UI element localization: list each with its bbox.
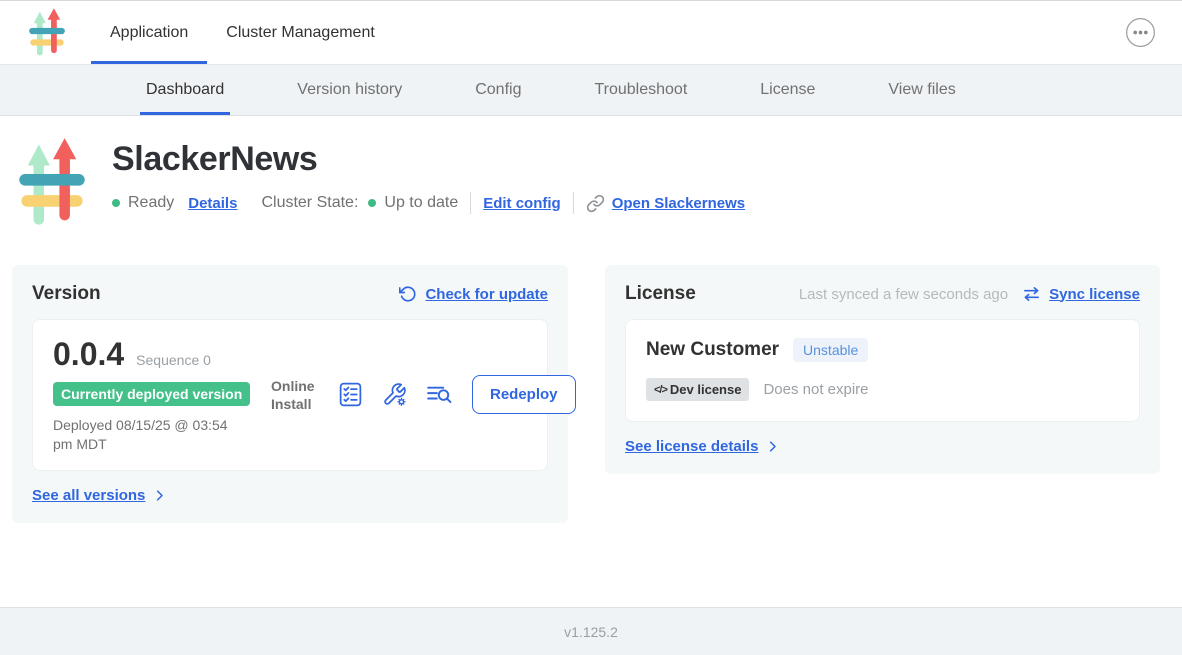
console-nav: Application Cluster Management — [91, 1, 394, 64]
sync-license-label: Sync license — [1049, 286, 1140, 303]
wrench-gear-icon — [382, 382, 407, 407]
channel-badge: Unstable — [793, 338, 868, 362]
app-status-text: Ready — [128, 194, 174, 212]
deployed-badge: Currently deployed version — [53, 382, 250, 406]
deploy-logs-button[interactable] — [426, 383, 453, 406]
app-logo-small — [28, 7, 66, 59]
slackernews-logo-icon — [17, 136, 87, 231]
topnav-tab-cluster-management[interactable]: Cluster Management — [207, 1, 394, 64]
details-link[interactable]: Details — [188, 195, 237, 212]
last-synced-text: Last synced a few seconds ago — [799, 286, 1008, 303]
license-type-row: </> Dev license Does not expire — [646, 378, 1119, 401]
logs-magnifier-icon — [426, 383, 453, 406]
deployed-timestamp: Deployed 08/15/25 @ 03:54 pm MDT — [53, 416, 245, 454]
footer: v1.125.2 — [0, 607, 1182, 655]
see-all-versions-link[interactable]: See all versions — [32, 487, 167, 504]
version-card: Version Check for update 0.0.4 Sequence — [12, 265, 568, 523]
more-options-button[interactable] — [1124, 17, 1156, 49]
topnav-tab-application[interactable]: Application — [91, 1, 207, 64]
dashboard-cards: Version Check for update 0.0.4 Sequence — [12, 265, 1160, 523]
cluster-state-dot — [368, 199, 376, 207]
app-logo-large — [17, 136, 87, 231]
ellipsis-icon — [1125, 17, 1156, 48]
admin-console-page: Application Cluster Management Dashboard… — [0, 0, 1182, 655]
check-for-update-link[interactable]: Check for update — [399, 285, 548, 303]
topnav-tab-label: Cluster Management — [226, 24, 375, 42]
app-status-dot — [112, 199, 120, 207]
license-expiry-text: Does not expire — [763, 381, 868, 398]
top-navbar: Application Cluster Management — [0, 1, 1182, 65]
tab-view-files[interactable]: View files — [882, 65, 961, 115]
cluster-state-label: Cluster State: — [261, 194, 358, 212]
slackernews-logo-icon — [28, 7, 66, 59]
chain-link-icon — [586, 194, 605, 213]
install-type-label: Online Install — [271, 377, 319, 413]
console-version: v1.125.2 — [564, 624, 618, 640]
see-license-details-link[interactable]: See license details — [625, 438, 780, 455]
tab-license[interactable]: License — [754, 65, 821, 115]
cluster-state-value: Up to date — [384, 194, 458, 212]
license-type-label: Dev license — [670, 382, 742, 397]
app-status-row: Ready Details Cluster State: Up to date … — [112, 192, 745, 214]
license-type-badge: </> Dev license — [646, 378, 749, 401]
app-header: SlackerNews Ready Details Cluster State:… — [12, 136, 1160, 231]
sync-license-link[interactable]: Sync license — [1022, 286, 1140, 303]
redeploy-button[interactable]: Redeploy — [472, 375, 576, 414]
page-title: SlackerNews — [112, 140, 745, 179]
divider — [573, 192, 574, 214]
customer-name: New Customer — [646, 339, 779, 361]
version-info: 0.0.4 Sequence 0 Currently deployed vers… — [53, 336, 271, 454]
license-card-title: License — [625, 283, 696, 305]
version-actions: Online Install — [271, 375, 576, 414]
divider — [470, 192, 471, 214]
chevron-right-icon — [152, 488, 167, 503]
tab-dashboard[interactable]: Dashboard — [140, 65, 230, 115]
app-header-text: SlackerNews Ready Details Cluster State:… — [112, 136, 745, 231]
preflight-checks-button[interactable] — [338, 381, 363, 408]
version-card-header: Version Check for update — [32, 283, 548, 305]
tab-version-history[interactable]: Version history — [291, 65, 408, 115]
see-license-details-label: See license details — [625, 438, 758, 455]
see-all-versions-label: See all versions — [32, 487, 145, 504]
config-button[interactable] — [382, 382, 407, 407]
customer-row: New Customer Unstable — [646, 338, 1119, 362]
code-icon: </> — [654, 384, 667, 396]
current-version-panel: 0.0.4 Sequence 0 Currently deployed vers… — [32, 319, 548, 471]
version-number-row: 0.0.4 Sequence 0 — [53, 336, 271, 373]
open-app-link[interactable]: Open Slackernews — [612, 195, 745, 212]
version-card-title: Version — [32, 283, 101, 305]
checklist-icon — [338, 381, 363, 408]
app-tabs-nav: Dashboard Version history Config Trouble… — [0, 65, 1182, 116]
refresh-icon — [399, 285, 417, 303]
dashboard-content: SlackerNews Ready Details Cluster State:… — [0, 116, 1182, 607]
version-number: 0.0.4 — [53, 336, 124, 373]
check-for-update-label: Check for update — [425, 286, 548, 303]
version-sequence: Sequence 0 — [136, 352, 211, 368]
license-card: License Last synced a few seconds ago Sy… — [605, 265, 1160, 474]
chevron-right-icon — [765, 439, 780, 454]
tab-troubleshoot[interactable]: Troubleshoot — [588, 65, 693, 115]
license-card-header: License Last synced a few seconds ago Sy… — [625, 283, 1140, 305]
topnav-tab-label: Application — [110, 24, 188, 42]
sync-arrows-icon — [1022, 286, 1041, 302]
edit-config-link[interactable]: Edit config — [483, 195, 561, 212]
tab-config[interactable]: Config — [469, 65, 527, 115]
license-panel: New Customer Unstable </> Dev license Do… — [625, 319, 1140, 422]
